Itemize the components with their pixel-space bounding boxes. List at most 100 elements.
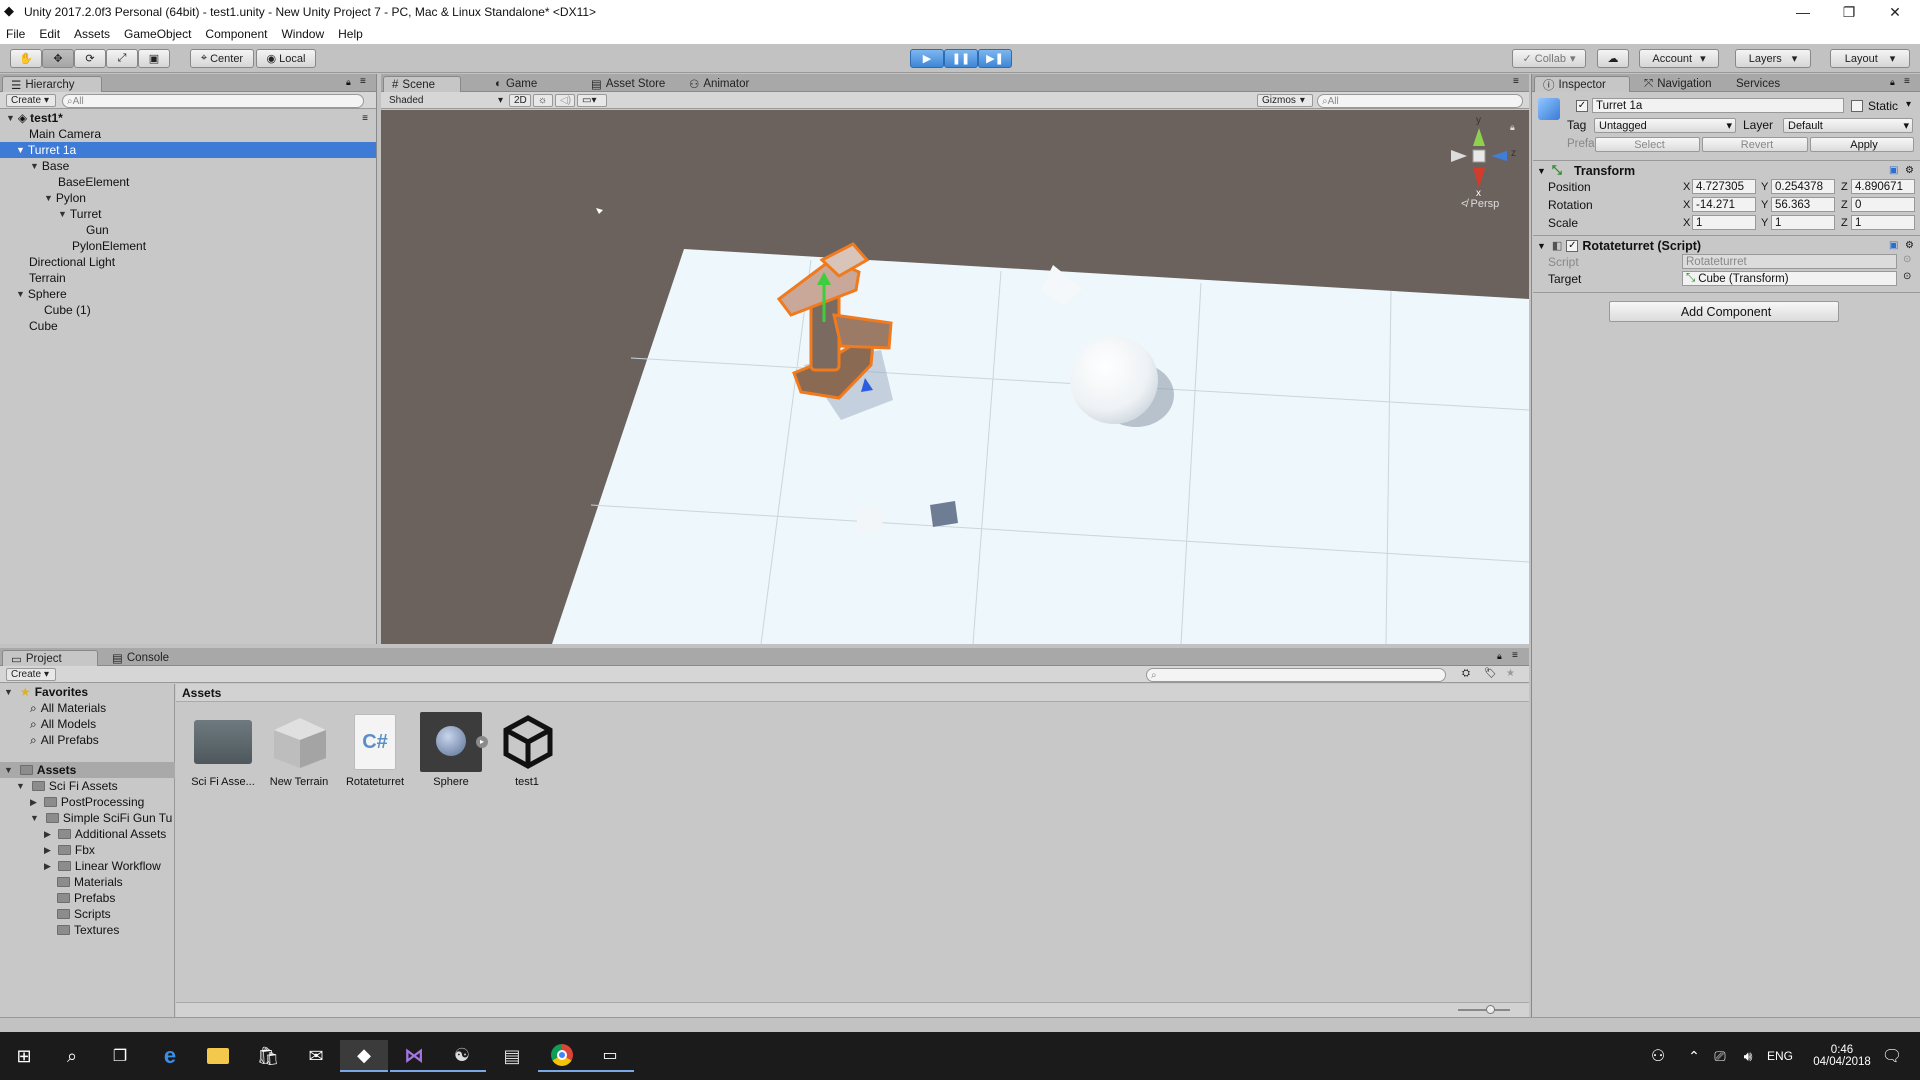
terminal-icon[interactable]: ▭	[586, 1040, 634, 1072]
shading-mode-dropdown[interactable]: Shaded ▾	[385, 94, 505, 107]
persp-label[interactable]: ≮ Persp	[1461, 198, 1499, 210]
hierarchy-item-baseelement[interactable]: BaseElement	[0, 174, 376, 190]
lock-icon[interactable]: 🔒︎	[1497, 651, 1502, 662]
gizmos-dropdown[interactable]: Gizmos ▾	[1257, 94, 1313, 107]
chrome-icon[interactable]	[538, 1040, 586, 1072]
transform-component-header[interactable]: ▼ ⤡ Transform ▣ ⚙	[1533, 160, 1920, 180]
unity-taskbar-icon[interactable]: ◆	[340, 1040, 388, 1072]
pivot-center-button[interactable]: ⌖ Center	[190, 49, 254, 68]
tab-scene[interactable]: # Scene	[383, 76, 461, 92]
restore-icon[interactable]: ❐	[1826, 0, 1872, 24]
tab-animator[interactable]: ⚇ Animator	[681, 76, 757, 92]
language-indicator[interactable]: ENG	[1764, 1040, 1796, 1072]
step-button[interactable]: ▶❚	[978, 49, 1012, 68]
scene-viewport[interactable]: y z x ≮ Persp 🔒︎	[381, 110, 1529, 644]
menu-file[interactable]: File	[6, 27, 25, 41]
assets-root-row[interactable]: ▼ Assets	[0, 762, 175, 778]
rotateturret-component-header[interactable]: ▼ ◧ ✓ Rotateturret (Script) ▣ ⚙	[1533, 235, 1920, 255]
position-y-field[interactable]: 0.254378	[1771, 179, 1835, 194]
tab-asset-store[interactable]: ▤ Asset Store	[583, 76, 673, 92]
panel-menu-icon[interactable]: ≡	[1513, 76, 1519, 87]
tree-scripts[interactable]: Scripts	[57, 906, 111, 922]
toggle-2d-button[interactable]: 2D	[509, 94, 531, 107]
settings-gear-icon[interactable]: ⚙	[1905, 240, 1914, 251]
tree-fbx[interactable]: ▶ Fbx	[44, 842, 95, 858]
hierarchy-item-main-camera[interactable]: Main Camera	[0, 126, 376, 142]
settings-gear-icon[interactable]: ⚙	[1905, 165, 1914, 176]
expand-arrow-icon[interactable]: ▸	[476, 736, 488, 748]
search-by-label-icon[interactable]: 🏷︎	[1484, 668, 1497, 679]
app-icon[interactable]: ☯	[438, 1040, 486, 1072]
menu-gameobject[interactable]: GameObject	[124, 27, 191, 41]
hierarchy-item-base[interactable]: ▼ Base	[0, 158, 376, 174]
script-enabled-checkbox[interactable]: ✓	[1566, 239, 1579, 252]
hierarchy-item-turret[interactable]: ▼ Turret	[0, 206, 376, 222]
tag-dropdown[interactable]: Untagged ▾	[1594, 118, 1736, 133]
tree-simple-scifi-gun[interactable]: ▼ Simple SciFi Gun Tu	[30, 810, 175, 826]
tree-prefabs[interactable]: Prefabs	[57, 890, 115, 906]
scene-search-input[interactable]: ⌕ All	[1317, 94, 1523, 108]
object-name-input[interactable]: Turret 1a	[1592, 98, 1844, 113]
hierarchy-item-pylon[interactable]: ▼ Pylon	[0, 190, 376, 206]
tab-console[interactable]: ▤ Console	[104, 650, 177, 666]
move-tool-icon[interactable]: ✥	[42, 49, 74, 68]
hand-tool-icon[interactable]: ✋	[10, 49, 42, 68]
scene-root-row[interactable]: ▼ ◈ test1* ≡	[0, 110, 376, 126]
panel-menu-icon[interactable]: ≡	[1904, 76, 1910, 87]
scale-z-field[interactable]: 1	[1851, 215, 1915, 230]
project-create-button[interactable]: Create ▾	[6, 668, 56, 681]
assets-breadcrumb[interactable]: Assets	[176, 684, 1529, 702]
icon-size-slider[interactable]	[1458, 1009, 1510, 1011]
people-icon[interactable]: ⚇	[1640, 1040, 1676, 1072]
tree-linear-workflow[interactable]: ▶ Linear Workflow	[44, 858, 161, 874]
tab-hierarchy[interactable]: ☰ Hierarchy	[2, 76, 102, 92]
rotation-y-field[interactable]: 56.363	[1771, 197, 1835, 212]
windows-start-icon[interactable]: ⊞	[0, 1040, 48, 1072]
project-search-input[interactable]: ⌕	[1146, 668, 1446, 682]
hierarchy-item-gun[interactable]: Gun	[0, 222, 376, 238]
gizmo-lock-icon[interactable]: 🔒︎	[1510, 122, 1515, 133]
effects-toggle-icon[interactable]: ▭▾	[577, 94, 607, 107]
hierarchy-item-cube[interactable]: Cube	[0, 318, 376, 334]
position-x-field[interactable]: 4.727305	[1692, 179, 1756, 194]
edge-icon[interactable]: e	[146, 1040, 194, 1072]
static-dropdown-icon[interactable]: ▾	[1906, 99, 1911, 110]
audio-toggle-icon[interactable]: ◁)	[555, 94, 575, 107]
layer-dropdown[interactable]: Default ▾	[1783, 118, 1913, 133]
mail-icon[interactable]: ✉	[292, 1040, 340, 1072]
favorite-all-materials[interactable]: ⌕ All Materials	[30, 700, 106, 716]
scene-menu-icon[interactable]: ≡	[362, 113, 368, 124]
target-field[interactable]: ⤡ Cube (Transform)	[1682, 271, 1897, 286]
search-icon[interactable]: ⌕	[48, 1040, 96, 1072]
account-button[interactable]: Account ▾	[1639, 49, 1719, 68]
lighting-toggle-icon[interactable]: ☼	[533, 94, 553, 107]
clock[interactable]: 0:46 04/04/2018	[1802, 1040, 1882, 1072]
store-icon[interactable]: 🛍︎	[244, 1040, 292, 1072]
object-picker-icon[interactable]: ⊙	[1903, 271, 1911, 282]
rotate-tool-icon[interactable]: ⟳	[74, 49, 106, 68]
menu-component[interactable]: Component	[205, 27, 267, 41]
menu-help[interactable]: Help	[338, 27, 363, 41]
collab-button[interactable]: ✓ Collab ▾	[1512, 49, 1586, 68]
hierarchy-item-turret-1a[interactable]: ▼ Turret 1a	[0, 142, 376, 158]
slider-thumb[interactable]	[1486, 1005, 1495, 1014]
pause-button[interactable]: ❚❚	[944, 49, 978, 68]
play-button[interactable]: ▶	[910, 49, 944, 68]
tree-additional-assets[interactable]: ▶ Additional Assets	[44, 826, 166, 842]
tree-postprocessing[interactable]: ▶ PostProcessing	[30, 794, 144, 810]
favorites-header[interactable]: ▼ ★ Favorites	[4, 684, 88, 700]
position-z-field[interactable]: 4.890671	[1851, 179, 1915, 194]
hierarchy-item-directional-light[interactable]: Directional Light	[0, 254, 376, 270]
close-icon[interactable]: ✕	[1872, 0, 1918, 24]
minimize-icon[interactable]: —	[1780, 0, 1826, 24]
tab-game[interactable]: ◐ Game	[487, 76, 545, 92]
tab-navigation[interactable]: ⤧ Navigation	[1636, 76, 1720, 92]
pivot-local-button[interactable]: ◉ Local	[256, 49, 316, 68]
visual-studio-icon[interactable]: ⋈	[390, 1040, 438, 1072]
scale-x-field[interactable]: 1	[1692, 215, 1756, 230]
lock-icon[interactable]: 🔒︎	[1890, 77, 1895, 88]
network-icon[interactable]: ⎚	[1708, 1040, 1732, 1072]
favorite-all-prefabs[interactable]: ⌕ All Prefabs	[30, 732, 99, 748]
tree-materials[interactable]: Materials	[57, 874, 123, 890]
hierarchy-item-terrain[interactable]: Terrain	[0, 270, 376, 286]
